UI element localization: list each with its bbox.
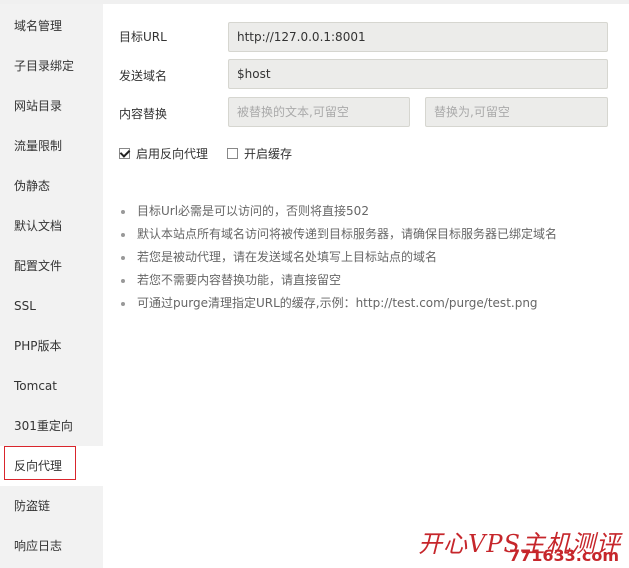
send-domain-input[interactable]: $host (228, 59, 608, 89)
sidebar-item-default-document[interactable]: 默认文档 (0, 206, 103, 246)
sidebar-item-301-redirect[interactable]: 301重定向 (0, 406, 103, 446)
content-replace-label: 内容替换 (119, 107, 168, 121)
sidebar-item-subdirectory-binding[interactable]: 子目录绑定 (0, 46, 103, 86)
sidebar-item-reverse-proxy[interactable]: 反向代理 (0, 446, 103, 486)
replace-from-input[interactable]: 被替换的文本,可留空 (228, 97, 410, 127)
options-row: 启用反向代理 开启缓存 (119, 145, 292, 161)
sidebar-item-ssl[interactable]: SSL (0, 286, 103, 326)
sidebar-item-site-directory[interactable]: 网站目录 (0, 86, 103, 126)
settings-sidebar: 域名管理 子目录绑定 网站目录 流量限制 伪静态 默认文档 配置文件 SSL P… (0, 4, 103, 568)
tip-item: 若您是被动代理，请在发送域名处填写上目标站点的域名 (119, 246, 557, 269)
enable-proxy-checkbox[interactable] (119, 147, 130, 159)
tip-item: 若您不需要内容替换功能，请直接留空 (119, 269, 557, 292)
tip-item: 可通过purge清理指定URL的缓存,示例：http://test.com/pu… (119, 292, 557, 315)
sidebar-item-traffic-limit[interactable]: 流量限制 (0, 126, 103, 166)
enable-proxy-label[interactable]: 启用反向代理 (136, 145, 208, 162)
sidebar-item-tomcat[interactable]: Tomcat (0, 366, 103, 406)
send-domain-label: 发送域名 (119, 69, 168, 83)
tips-list: 目标Url必需是可以访问的，否则将直接502 默认本站点所有域名访问将被传递到目… (119, 200, 557, 315)
sidebar-item-hotlink-protection[interactable]: 防盗链 (0, 486, 103, 526)
sidebar-item-rewrite[interactable]: 伪静态 (0, 166, 103, 206)
reverse-proxy-panel: 目标URL http://127.0.0.1:8001 发送域名 $host 内… (103, 4, 629, 568)
enable-cache-checkbox[interactable] (227, 147, 239, 159)
sidebar-item-config-file[interactable]: 配置文件 (0, 246, 103, 286)
sidebar-item-php-version[interactable]: PHP版本 (0, 326, 103, 366)
target-url-input[interactable]: http://127.0.0.1:8001 (228, 22, 608, 52)
replace-to-input[interactable]: 替换为,可留空 (425, 97, 608, 127)
tip-item: 目标Url必需是可以访问的，否则将直接502 (119, 200, 557, 223)
tip-item: 默认本站点所有域名访问将被传递到目标服务器，请确保目标服务器已绑定域名 (119, 223, 557, 246)
target-url-label: 目标URL (119, 30, 167, 44)
sidebar-item-domain-management[interactable]: 域名管理 (0, 6, 103, 46)
enable-cache-label[interactable]: 开启缓存 (244, 145, 292, 162)
sidebar-item-response-log[interactable]: 响应日志 (0, 526, 103, 566)
